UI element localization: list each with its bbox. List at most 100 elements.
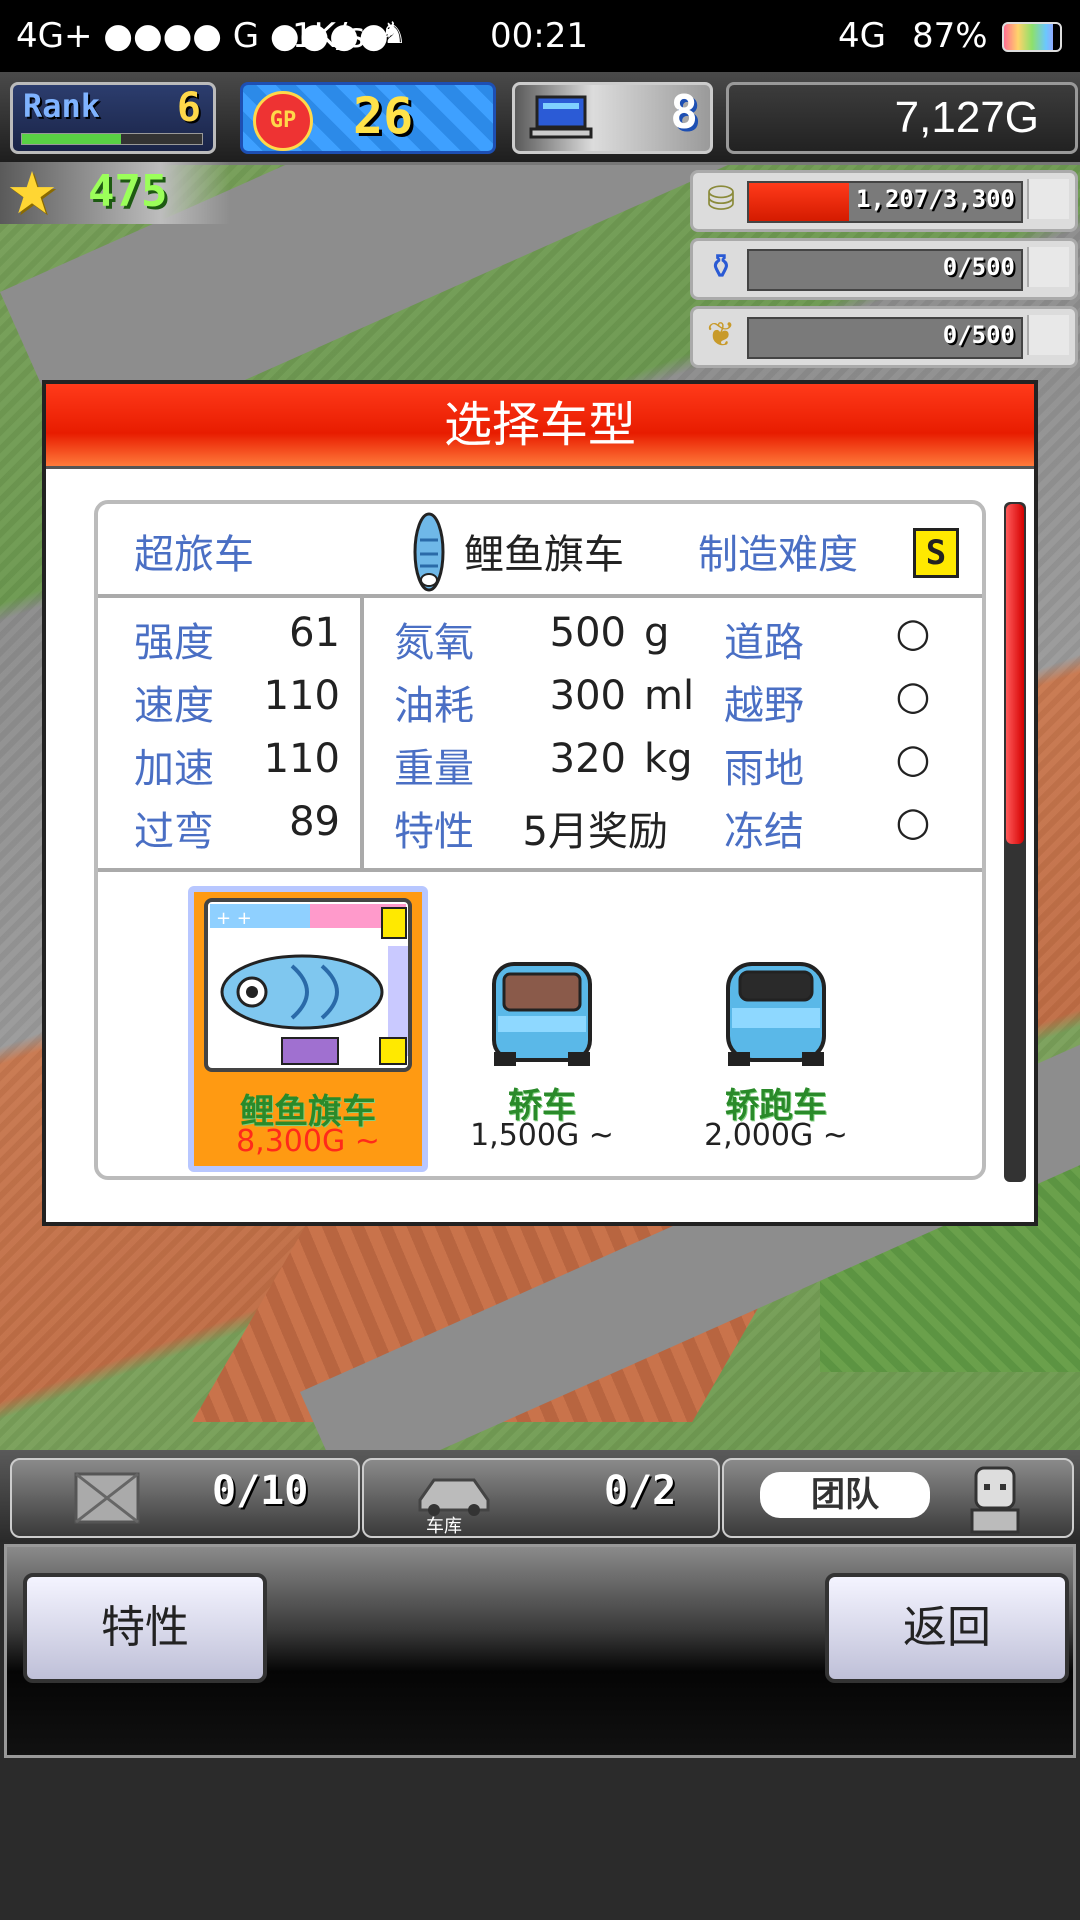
fuel-barrel-icon: ⛁ (706, 179, 736, 219)
bottle-icon: ⚱ (706, 247, 736, 287)
stat-label: 特性 (394, 809, 474, 855)
difficulty-badge: S (913, 528, 959, 578)
battery-percent: 87% (912, 16, 988, 56)
back-button[interactable]: 返回 (825, 1573, 1069, 1683)
svg-text:+ +: + + (216, 908, 252, 929)
parts-count: 0/10 (212, 1468, 309, 1514)
popularity-panel[interactable]: ★ 475 (0, 162, 230, 224)
resource-text: 0/500 (942, 321, 1015, 349)
rank-value: 6 (176, 85, 201, 131)
money-value: 7,127G (894, 93, 1039, 142)
stat-label: 加速 (134, 746, 214, 792)
bottom-toolbar: 0/10 车库 0/2 团队 (0, 1450, 1080, 1542)
terrain-label: 冻结 (724, 809, 804, 855)
resource-bar: 0/500 (747, 249, 1023, 291)
resource-cap (1027, 315, 1069, 355)
footer-area (0, 1760, 1080, 1920)
resource-wheat[interactable]: ❦ 0/500 (690, 306, 1078, 368)
rank-progress-bar (21, 133, 203, 145)
resource-bar: 0/500 (747, 317, 1023, 359)
car-card-koinobori[interactable]: + + 鲤鱼旗车 8,300G ~ (188, 886, 428, 1172)
clock: 00:21 (490, 16, 588, 56)
stat-label: 过弯 (134, 809, 214, 855)
research-value: 8 (670, 85, 698, 139)
stat-value: 61 (289, 610, 340, 656)
select-car-dialog: 选择车型 超旅车 鲤鱼旗车 制造难度 S 强度 61 速度 110 加速 110… (42, 380, 1038, 1226)
team-label: 团队 (760, 1472, 930, 1518)
garage-label: 车库 (426, 1516, 462, 1537)
action-area: 特性 返回 (4, 1544, 1076, 1758)
car-info-panel: 超旅车 鲤鱼旗车 制造难度 S 强度 61 速度 110 加速 110 过弯 8… (94, 500, 986, 1180)
rank-panel[interactable]: Rank 6 (10, 82, 216, 154)
resource-text: 1,207/3,300 (856, 185, 1015, 213)
stats-divider (360, 598, 364, 868)
car-category: 超旅车 (134, 532, 254, 578)
car-type-list: + + 鲤鱼旗车 8,300G ~ 轿车 1,500G ~ 轿跑车 2,000G… (98, 868, 982, 1176)
status-bar: 4G+ ●●●● G ●●●● 1K/s ♞ 00:21 4G 87% (0, 0, 1080, 72)
wheat-icon: ❦ (706, 315, 736, 355)
resource-bar: 1,207/3,300 (747, 181, 1023, 223)
parts-storage-button[interactable]: 0/10 (10, 1458, 360, 1538)
car-card-coupe[interactable]: 轿跑车 2,000G ~ (656, 886, 896, 1172)
stat-value: 110 (263, 673, 340, 719)
battery-icon (1002, 22, 1062, 52)
stat-label: 油耗 (394, 683, 474, 729)
resource-fuel[interactable]: ⛁ 1,207/3,300 (690, 170, 1078, 232)
gp-coin-icon: GP (253, 91, 313, 151)
stat-value: 320 (549, 736, 626, 782)
gp-panel[interactable]: GP 26 (240, 82, 496, 154)
resource-fill (749, 183, 849, 221)
research-panel[interactable]: 8 (512, 82, 713, 154)
resource-cap (1027, 179, 1069, 219)
stat-value: 110 (263, 736, 340, 782)
rank-label: Rank (23, 87, 101, 125)
garage-button[interactable]: 车库 0/2 (362, 1458, 720, 1538)
scrollbar-thumb[interactable] (1006, 504, 1024, 844)
car-card-price: 1,500G ~ (470, 1118, 614, 1153)
gp-value: 26 (353, 87, 414, 145)
coupe-car-icon (726, 962, 826, 1066)
star-value: 475 (88, 166, 168, 217)
trait-button[interactable]: 特性 (23, 1573, 267, 1683)
car-card-price: 2,000G ~ (704, 1118, 848, 1153)
stat-label: 重量 (394, 746, 474, 792)
car-stats: 强度 61 速度 110 加速 110 过弯 89 氮氧 500 g 油耗 30… (98, 598, 982, 872)
crate-icon (74, 1472, 140, 1524)
terrain-mark: ○ (895, 736, 931, 782)
terrain-label: 越野 (724, 683, 804, 729)
car-header: 超旅车 鲤鱼旗车 制造难度 S (98, 504, 982, 598)
car-card-price: 8,300G ~ (236, 1124, 380, 1159)
resource-cap (1027, 247, 1069, 287)
stat-value: 300 (549, 673, 626, 719)
dialog-title: 选择车型 (46, 384, 1034, 469)
rank-progress-fill (22, 134, 121, 144)
money-panel: 7,127G (726, 82, 1078, 154)
resource-text: 0/500 (942, 253, 1015, 281)
stat-label: 强度 (134, 620, 214, 666)
car-card-sedan[interactable]: 轿车 1,500G ~ (422, 886, 662, 1172)
sedan-car-icon (492, 962, 592, 1066)
stat-label: 氮氧 (394, 620, 474, 666)
stat-value: 500 (549, 610, 626, 656)
terrain-label: 雨地 (724, 746, 804, 792)
stat-unit: g (644, 610, 670, 656)
terrain-mark: ○ (895, 799, 931, 845)
stat-label: 速度 (134, 683, 214, 729)
car-garage-icon (418, 1478, 490, 1516)
koinobori-car-card-icon: + + (204, 898, 412, 1072)
network-signal-right: 4G (838, 16, 886, 56)
star-icon: ★ (6, 159, 58, 227)
stat-value: 5月奖励 (522, 809, 668, 855)
resource-bottle[interactable]: ⚱ 0/500 (690, 238, 1078, 300)
garage-count: 0/2 (604, 1468, 677, 1514)
stat-unit: ml (644, 673, 695, 719)
terrain-mark: ○ (895, 673, 931, 719)
qq-icon: ♞ (380, 16, 407, 51)
computer-icon (529, 95, 593, 139)
staff-avatar-icon (970, 1466, 1020, 1534)
stat-unit: kg (644, 736, 693, 782)
terrain-label: 道路 (724, 620, 804, 666)
koinobori-car-icon (413, 512, 445, 592)
dialog-scrollbar[interactable] (1004, 502, 1026, 1182)
network-speed: 1K/s (292, 16, 366, 56)
